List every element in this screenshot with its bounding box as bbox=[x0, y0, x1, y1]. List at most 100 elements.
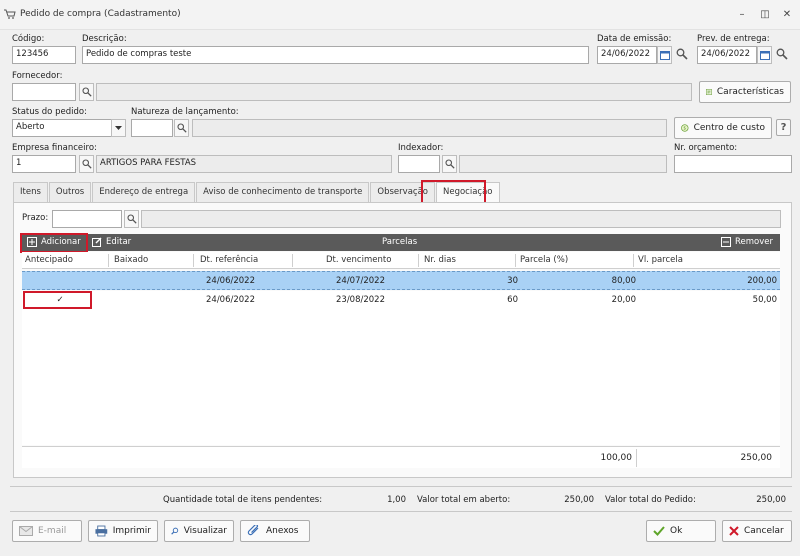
status-select[interactable]: Aberto bbox=[12, 119, 112, 137]
cell-nr-dias: 60 bbox=[507, 295, 518, 305]
natureza-label: Natureza de lançamento: bbox=[131, 107, 239, 117]
fornecedor-nome bbox=[96, 83, 692, 101]
tab-itens[interactable]: Itens bbox=[13, 182, 48, 202]
valor-pedido-label: Valor total do Pedido: bbox=[605, 495, 696, 505]
highlight-box bbox=[421, 180, 486, 204]
parcelas-title: Parcelas bbox=[382, 237, 418, 247]
prev-entrega-input[interactable]: 24/06/2022 bbox=[697, 46, 757, 64]
table-row[interactable]: ✓ 24/06/2022 23/08/2022 60 20,00 50,00 bbox=[22, 291, 780, 310]
search-icon[interactable] bbox=[442, 155, 457, 173]
empresa-input[interactable]: 1 bbox=[12, 155, 76, 173]
codigo-input[interactable]: 123456 bbox=[12, 46, 76, 64]
editar-button[interactable]: Editar bbox=[92, 237, 131, 247]
anexos-button[interactable]: Anexos bbox=[240, 520, 310, 542]
close-button[interactable]: ✕ bbox=[780, 9, 794, 21]
remover-label: Remover bbox=[735, 237, 773, 247]
indexador-label: Indexador: bbox=[398, 143, 444, 153]
totals-row: 100,00 250,00 bbox=[22, 446, 780, 468]
col-dt-referencia[interactable]: Dt. referência bbox=[200, 255, 258, 265]
anexos-label: Anexos bbox=[266, 526, 299, 536]
prazo-input[interactable] bbox=[52, 210, 122, 228]
cell-vl-parcela: 50,00 bbox=[752, 295, 777, 305]
email-button[interactable]: E-mail bbox=[12, 520, 82, 542]
parcelas-header: Antecipado Baixado Dt. referência Dt. ve… bbox=[22, 252, 780, 269]
search-icon[interactable] bbox=[174, 119, 189, 137]
cell-dt-vencimento: 23/08/2022 bbox=[336, 295, 385, 305]
ok-button[interactable]: Ok bbox=[646, 520, 716, 542]
parcelas-toolbar: Adicionar Editar Parcelas Remover bbox=[22, 234, 780, 251]
table-row[interactable]: 24/06/2022 24/07/2022 30 80,00 200,00 bbox=[22, 271, 780, 290]
qtd-label: Quantidade total de itens pendentes: bbox=[163, 495, 323, 505]
tab-aviso-transporte[interactable]: Aviso de conhecimento de transporte bbox=[196, 182, 370, 202]
orcamento-input[interactable] bbox=[674, 155, 792, 173]
valor-aberto-label: Valor total em aberto: bbox=[417, 495, 511, 505]
status-label: Status do pedido: bbox=[12, 107, 87, 117]
cell-vl-parcela: 200,00 bbox=[747, 276, 777, 286]
remover-button[interactable]: Remover bbox=[721, 237, 773, 247]
check-icon bbox=[653, 526, 665, 536]
indexador-input[interactable] bbox=[398, 155, 440, 173]
prazo-label: Prazo: bbox=[22, 213, 49, 223]
natureza-nome bbox=[192, 119, 667, 137]
col-vl-parcela[interactable]: Vl. parcela bbox=[638, 255, 683, 265]
cancelar-label: Cancelar bbox=[744, 526, 784, 536]
caracteristicas-button[interactable]: Características bbox=[699, 81, 791, 103]
col-parcela-pct[interactable]: Parcela (%) bbox=[520, 255, 568, 265]
help-icon[interactable]: ? bbox=[776, 119, 791, 136]
total-pct: 100,00 bbox=[600, 453, 633, 463]
col-antecipado[interactable]: Antecipado bbox=[25, 255, 73, 265]
tab-outros[interactable]: Outros bbox=[48, 182, 92, 202]
close-icon bbox=[729, 526, 739, 536]
highlight-box bbox=[20, 233, 88, 253]
search-icon[interactable] bbox=[79, 155, 94, 173]
natureza-input[interactable] bbox=[131, 119, 173, 137]
centro-custo-button[interactable]: $ Centro de custo bbox=[674, 117, 772, 139]
email-label: E-mail bbox=[38, 526, 67, 536]
centro-custo-label: Centro de custo bbox=[693, 123, 765, 133]
mail-icon bbox=[19, 526, 33, 536]
fornecedor-input[interactable] bbox=[12, 83, 76, 101]
col-dt-vencimento[interactable]: Dt. vencimento bbox=[326, 255, 391, 265]
fornecedor-label: Fornecedor: bbox=[12, 71, 63, 81]
ok-label: Ok bbox=[670, 526, 683, 536]
cell-dt-referencia: 24/06/2022 bbox=[206, 295, 255, 305]
col-nr-dias[interactable]: Nr. dias bbox=[424, 255, 456, 265]
calendar-icon[interactable] bbox=[657, 46, 672, 64]
window-title: Pedido de compra (Cadastramento) bbox=[20, 9, 181, 19]
data-emissao-label: Data de emissão: bbox=[597, 34, 672, 44]
highlight-box bbox=[23, 291, 92, 309]
descricao-input[interactable]: Pedido de compras teste bbox=[82, 46, 589, 64]
cell-parcela-pct: 80,00 bbox=[611, 276, 636, 286]
prazo-nome bbox=[141, 210, 781, 228]
data-emissao-input[interactable]: 24/06/2022 bbox=[597, 46, 657, 64]
valor-pedido-value: 250,00 bbox=[756, 495, 786, 505]
svg-text:$: $ bbox=[683, 126, 686, 132]
cancelar-button[interactable]: Cancelar bbox=[722, 520, 792, 542]
qtd-value: 1,00 bbox=[387, 495, 406, 505]
search-icon[interactable] bbox=[79, 83, 94, 101]
caracteristicas-label: Características bbox=[716, 87, 784, 97]
tab-endereco-entrega[interactable]: Endereço de entrega bbox=[92, 182, 196, 202]
visualizar-label: Visualizar bbox=[183, 526, 227, 536]
search-icon[interactable] bbox=[676, 48, 688, 63]
cell-nr-dias: 30 bbox=[507, 276, 518, 286]
title-bar: Pedido de compra (Cadastramento) – ◫ ✕ bbox=[0, 0, 800, 30]
restore-button[interactable]: ◫ bbox=[758, 9, 772, 21]
magnifier-icon bbox=[171, 527, 179, 535]
prev-entrega-label: Prev. de entrega: bbox=[697, 34, 770, 44]
minus-icon bbox=[721, 237, 731, 247]
search-icon[interactable] bbox=[124, 210, 139, 228]
search-icon[interactable] bbox=[776, 48, 788, 63]
edit-icon bbox=[92, 237, 102, 247]
codigo-label: Código: bbox=[12, 34, 45, 44]
imprimir-button[interactable]: Imprimir bbox=[88, 520, 158, 542]
cell-dt-vencimento: 24/07/2022 bbox=[336, 276, 385, 286]
chevron-down-icon[interactable] bbox=[111, 119, 126, 137]
col-baixado[interactable]: Baixado bbox=[114, 255, 148, 265]
visualizar-button[interactable]: Visualizar bbox=[164, 520, 234, 542]
list-icon bbox=[706, 89, 712, 95]
calendar-icon[interactable] bbox=[757, 46, 772, 64]
minimize-button[interactable]: – bbox=[735, 9, 749, 21]
empresa-nome: ARTIGOS PARA FESTAS bbox=[96, 155, 392, 173]
empresa-label: Empresa financeiro: bbox=[12, 143, 97, 153]
